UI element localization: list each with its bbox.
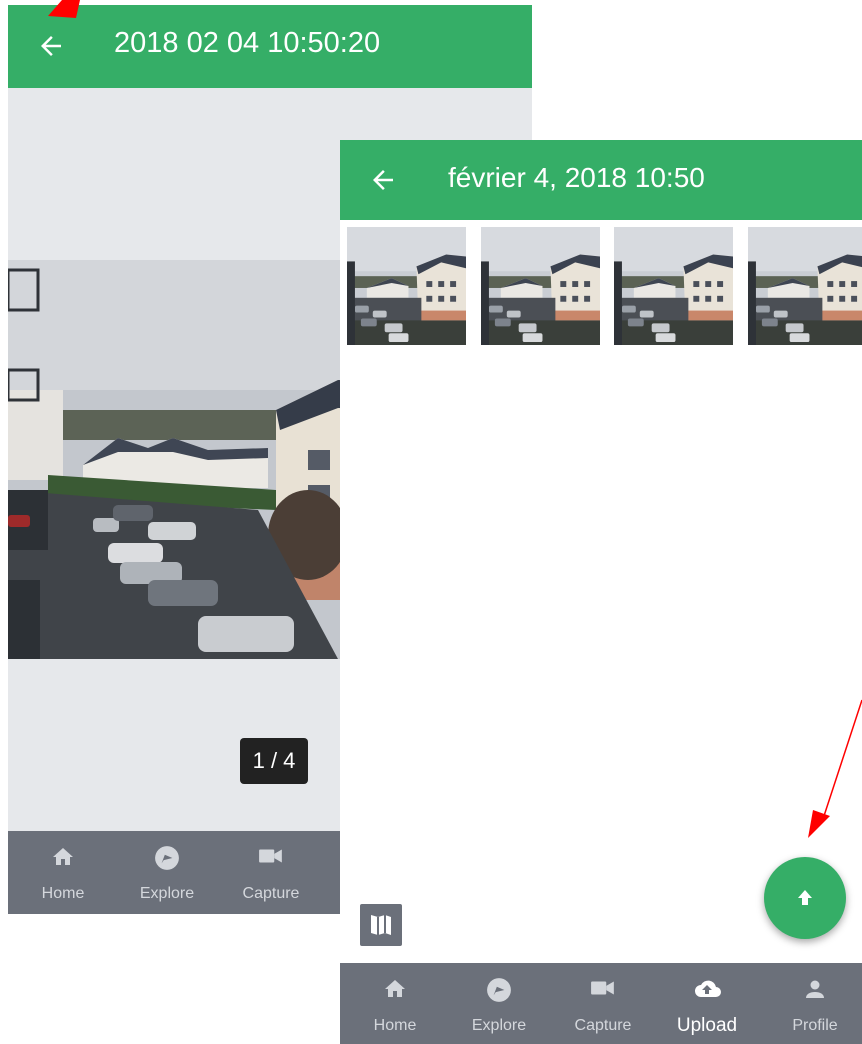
upload-fab-button[interactable] <box>764 857 846 939</box>
compass-icon <box>155 846 179 870</box>
upload-title: février 4, 2018 10:50 <box>448 162 705 193</box>
nav-capture[interactable]: Capture <box>216 831 326 914</box>
nav-explore[interactable]: Explore <box>112 831 222 914</box>
map-button[interactable] <box>360 904 402 946</box>
nav-capture-label: Capture <box>574 1017 632 1034</box>
arrow-up-icon <box>798 890 812 905</box>
person-icon <box>806 980 824 998</box>
upload-bottom-nav: Home Explore Capture Upload Profile <box>340 963 862 1044</box>
nav-home-label: Home <box>373 1017 417 1034</box>
home-icon <box>53 848 73 865</box>
nav-upload-label: Upload <box>676 1015 738 1036</box>
home-icon <box>385 980 405 997</box>
viewer-title: 2018 02 04 10:50:20 <box>114 27 381 59</box>
photo-counter: 1 / 4 <box>240 738 308 784</box>
nav-upload[interactable]: Upload <box>652 963 762 1044</box>
upload-sequence-screen: février 4, 2018 10:50 Home Explore Captu… <box>340 140 862 1044</box>
video-camera-icon <box>591 981 614 995</box>
photo-thumbnail[interactable] <box>614 227 733 345</box>
video-camera-icon <box>259 849 282 863</box>
nav-explore-label: Explore <box>471 1017 527 1034</box>
nav-profile[interactable]: Profile <box>760 963 862 1044</box>
compass-icon <box>487 978 511 1002</box>
photo-thumbnail[interactable] <box>481 227 600 345</box>
nav-explore[interactable]: Explore <box>444 963 554 1044</box>
nav-explore-label: Explore <box>139 885 195 902</box>
viewer-app-bar: 2018 02 04 10:50:20 <box>8 5 532 88</box>
nav-capture-label: Capture <box>242 885 300 902</box>
photo-thumbnail[interactable] <box>748 227 862 345</box>
upload-app-bar: février 4, 2018 10:50 <box>340 140 862 220</box>
photo-thumbnail[interactable] <box>347 227 466 345</box>
back-arrow-icon[interactable] <box>368 165 398 195</box>
map-icon <box>371 915 391 935</box>
back-arrow-icon[interactable] <box>36 31 66 61</box>
nav-capture[interactable]: Capture <box>548 963 658 1044</box>
nav-home[interactable]: Home <box>8 831 118 914</box>
nav-profile-label: Profile <box>792 1017 838 1034</box>
nav-home[interactable]: Home <box>340 963 450 1044</box>
cloud-upload-icon <box>695 980 721 997</box>
nav-home-label: Home <box>41 885 85 902</box>
